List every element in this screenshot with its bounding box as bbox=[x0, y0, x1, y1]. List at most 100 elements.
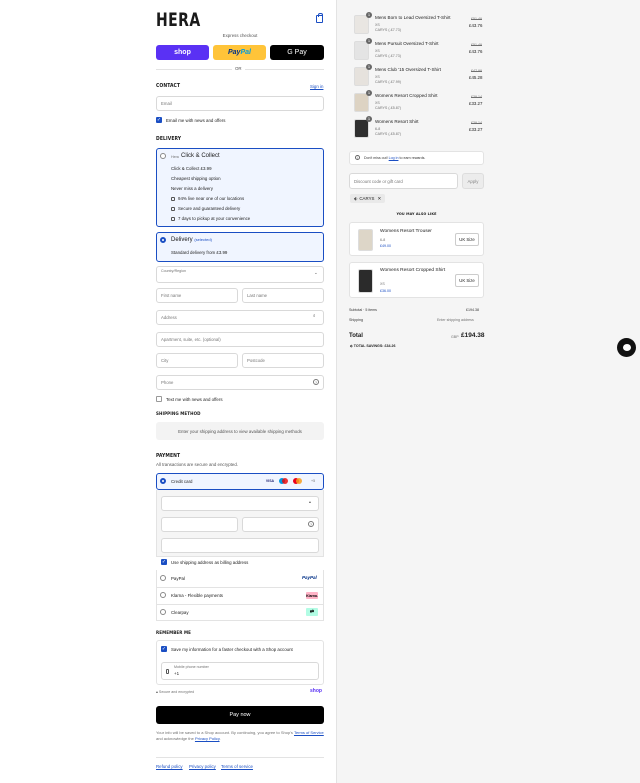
original-price: £47.99 bbox=[471, 69, 482, 73]
sale-price: £33.27 bbox=[469, 101, 483, 106]
help-icon[interactable]: ? bbox=[308, 521, 314, 527]
privacy-link[interactable]: Privacy Policy bbox=[195, 736, 220, 741]
tag-icon: ⬖ bbox=[354, 195, 358, 201]
sign-in-link[interactable]: Sign in bbox=[310, 84, 323, 89]
total-label: Total bbox=[349, 333, 363, 339]
product-size: XS bbox=[375, 49, 380, 53]
email-field[interactable]: Email bbox=[156, 96, 324, 111]
discount-applied: CARYS (-£7.73) bbox=[375, 28, 401, 32]
discount-applied: CARYS (-£7.73) bbox=[375, 54, 401, 58]
payment-heading: Payment bbox=[156, 453, 181, 459]
product-name: Womens Resort Shirt bbox=[375, 119, 419, 124]
address-field[interactable]: Address bbox=[156, 310, 324, 325]
expiry-field[interactable] bbox=[161, 517, 238, 532]
info-icon: i bbox=[355, 155, 360, 160]
or-separator: OR bbox=[232, 66, 245, 71]
phone-icon bbox=[166, 669, 169, 674]
country-select[interactable]: Country/Region bbox=[156, 266, 324, 283]
first-name-field[interactable]: First name bbox=[156, 288, 238, 303]
subtotal-value: £194.38 bbox=[466, 308, 479, 312]
postcode-field[interactable]: Postcode bbox=[242, 353, 324, 368]
billing-same-checkbox[interactable]: ✓ bbox=[161, 559, 167, 565]
uk-size-button[interactable]: UK Size bbox=[455, 233, 479, 246]
paypal-radio[interactable] bbox=[160, 575, 166, 581]
pay-now-button[interactable]: Pay now bbox=[156, 706, 324, 724]
refund-policy-link[interactable]: Refund policy bbox=[156, 764, 183, 769]
checkout-page: HERA Express checkout shop Pay Pal G Pay … bbox=[0, 0, 640, 783]
phone-field[interactable]: Phone bbox=[156, 375, 324, 390]
product-size: XS bbox=[375, 101, 380, 105]
email-news-label: Email me with news and offers bbox=[166, 118, 226, 123]
chat-button[interactable] bbox=[617, 338, 636, 357]
shop-logo: shop bbox=[310, 688, 322, 694]
klarna-label: Klarna - Flexible payments bbox=[171, 593, 223, 598]
search-icon: ⌕ bbox=[313, 313, 316, 318]
paypal-button[interactable]: Pay Pal bbox=[213, 45, 266, 60]
original-price: £51.49 bbox=[471, 43, 482, 47]
terms-of-service-link[interactable]: Terms of service bbox=[221, 764, 253, 769]
shipping-method-heading: Shipping method bbox=[156, 412, 201, 417]
text-news-checkbox[interactable] bbox=[156, 396, 162, 402]
calendar-icon bbox=[171, 216, 175, 221]
credit-card-radio[interactable] bbox=[160, 478, 166, 484]
brand-logo[interactable]: HERA bbox=[156, 9, 201, 31]
cc-price: Click & Collect £3.99 bbox=[171, 166, 212, 171]
shop-pay-button[interactable]: shop bbox=[156, 45, 209, 60]
quantity-badge: 1 bbox=[366, 116, 372, 122]
upsell-price: £49.00 bbox=[380, 244, 391, 248]
email-news-checkbox[interactable]: ✓ bbox=[156, 117, 162, 123]
cc-feature: 94% live near one of our locations bbox=[171, 196, 244, 201]
divider bbox=[156, 604, 324, 605]
apartment-field[interactable]: Apartment, suite, etc. (optional) bbox=[156, 332, 324, 347]
product-image bbox=[354, 67, 369, 86]
product-name: Mens Pursuit Oversized T-Shirt bbox=[375, 41, 439, 46]
privacy-policy-link[interactable]: Privacy policy bbox=[189, 764, 216, 769]
sale-price: £43.76 bbox=[469, 49, 483, 54]
uk-size-button[interactable]: UK Size bbox=[455, 274, 479, 287]
original-price: £39.14 bbox=[471, 95, 482, 99]
terms-link[interactable]: Terms of Service bbox=[294, 730, 324, 735]
cc-feature: Secure and guaranteed delivery bbox=[171, 206, 240, 211]
shipping-placeholder: Enter your shipping address to view avai… bbox=[156, 422, 324, 440]
paypal-label: PayPal bbox=[171, 576, 185, 581]
login-link[interactable]: Log in bbox=[389, 156, 399, 160]
delivery-radio[interactable] bbox=[160, 237, 166, 243]
discount-applied: CARYS (-£5.87) bbox=[375, 132, 401, 136]
city-field[interactable]: City bbox=[156, 353, 238, 368]
google-pay-button[interactable]: G Pay bbox=[270, 45, 324, 60]
maestro-icon bbox=[279, 478, 289, 484]
apply-button[interactable]: Apply bbox=[462, 173, 484, 189]
total-savings: ⬖ TOTAL SAVINGS: £34.26 bbox=[350, 344, 396, 348]
sale-price: £45.28 bbox=[469, 75, 483, 80]
visa-icon: VISA bbox=[265, 479, 275, 483]
upsell-card: Womens Resort Cropped Shirt XS £36.00 UK… bbox=[349, 262, 484, 298]
click-collect-radio[interactable] bbox=[160, 153, 166, 159]
shipping-value: Enter shipping address bbox=[437, 318, 474, 322]
mobile-value: +1 bbox=[174, 671, 180, 676]
card-number-field[interactable] bbox=[161, 496, 319, 511]
upsell-heading: You may also like bbox=[396, 211, 437, 216]
subtotal-label: Subtotal · 5 items bbox=[349, 308, 377, 312]
product-size: 6-8 bbox=[375, 127, 381, 131]
help-icon[interactable]: ? bbox=[313, 379, 319, 385]
last-name-field[interactable]: Last name bbox=[242, 288, 324, 303]
payment-subtitle: All transactions are secure and encrypte… bbox=[156, 462, 239, 467]
name-on-card-field[interactable] bbox=[161, 538, 319, 553]
more-cards-badge: +5 bbox=[311, 479, 316, 483]
order-summary-panel bbox=[336, 0, 640, 783]
save-info-checkbox[interactable]: ✓ bbox=[161, 646, 167, 652]
product-size: XS bbox=[375, 23, 380, 27]
save-info-label: Save my information for a faster checkou… bbox=[171, 647, 293, 652]
sale-price: £33.27 bbox=[469, 127, 483, 132]
product-name: Mens Club '15 Oversized T-Shirt bbox=[375, 67, 441, 72]
clearpay-radio[interactable] bbox=[160, 609, 166, 615]
discount-applied: CARYS (-£7.99) bbox=[375, 80, 401, 84]
mastercard-icon bbox=[293, 478, 303, 484]
mobile-label: Mobile phone number bbox=[174, 665, 209, 669]
shopping-bag-icon[interactable] bbox=[316, 13, 323, 23]
express-checkout-label: Express checkout bbox=[222, 33, 258, 38]
remove-code-icon[interactable]: ✕ bbox=[377, 196, 381, 202]
klarna-radio[interactable] bbox=[160, 592, 166, 598]
product-name: Womens Resort Cropped Shirt bbox=[375, 93, 438, 98]
discount-code-field[interactable]: Discount code or gift card bbox=[349, 173, 458, 189]
